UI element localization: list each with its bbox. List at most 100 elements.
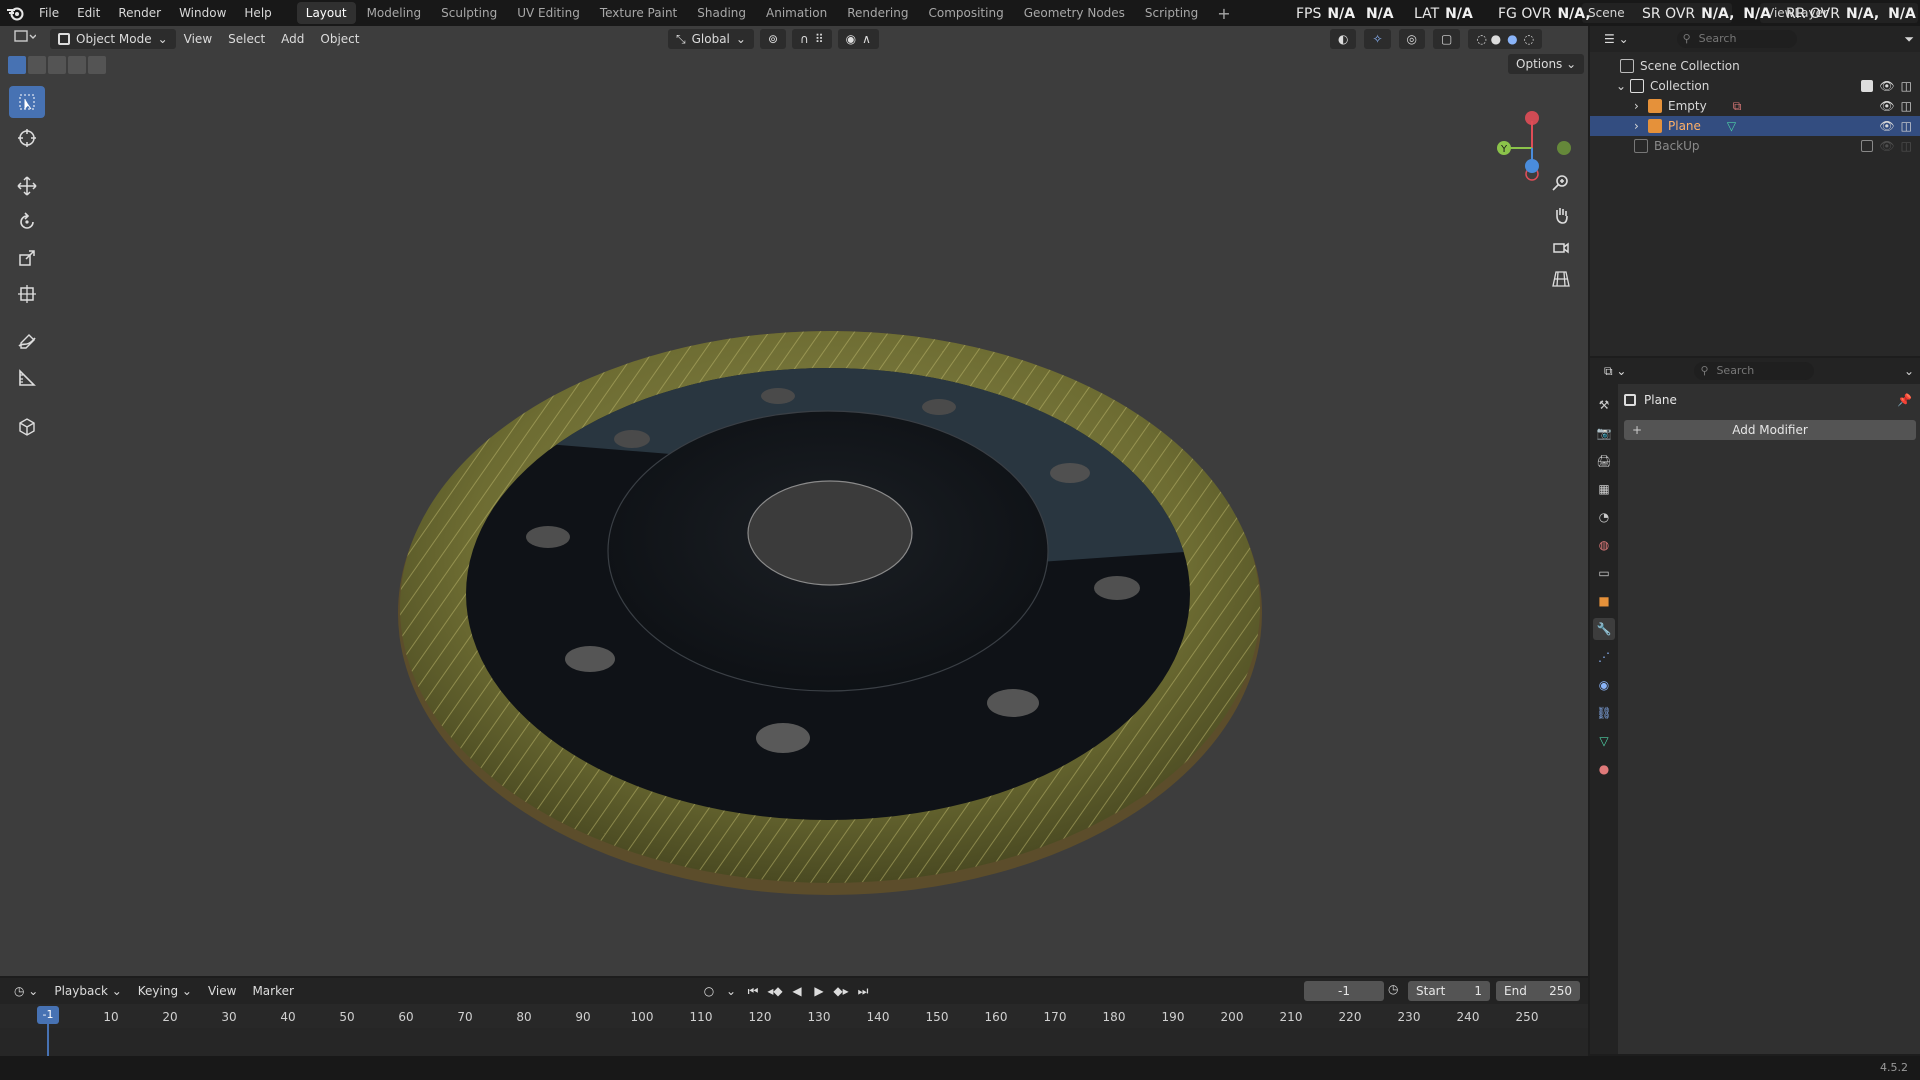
menu-playback[interactable]: Playback ⌄ (46, 981, 129, 1001)
output-tab-icon[interactable]: 🖨 (1593, 450, 1615, 472)
visibility-icon[interactable]: ◐ (1330, 29, 1357, 49)
outliner-row-empty[interactable]: › Empty ⧉ 👁 ◫ (1590, 96, 1920, 116)
prev-keyframe-icon[interactable]: ◂◆ (766, 981, 784, 1001)
camera-render-icon[interactable]: ◫ (1901, 139, 1912, 153)
xray-toggle-icon[interactable]: ▢ (1433, 29, 1461, 49)
chevron-down-icon[interactable]: ⌄ (1904, 364, 1914, 378)
filter-icon[interactable]: ⏷ (1904, 32, 1914, 47)
clock-icon[interactable]: ◷ (1388, 982, 1398, 996)
timeline-track[interactable] (0, 1028, 1588, 1056)
eye-icon[interactable]: 👁 (1879, 99, 1894, 113)
playhead-indicator[interactable]: -1 (37, 1006, 59, 1024)
world-tab-icon[interactable]: ◍ (1593, 534, 1615, 556)
display-mode-icon[interactable]: ☰ ⌄ (1596, 29, 1637, 49)
options-dropdown[interactable]: Options ⌄ (1508, 54, 1585, 74)
eye-icon[interactable]: 👁 (1879, 139, 1894, 153)
current-frame-field[interactable]: -1 (1304, 981, 1384, 1001)
tool-tab-icon[interactable]: ⚒ (1593, 394, 1615, 416)
timeline-ruler[interactable]: 10 20 30 40 50 60 70 80 90 100 110 120 1… (0, 1004, 1588, 1028)
menu-file[interactable]: File (30, 0, 68, 26)
measure-tool[interactable] (9, 362, 45, 394)
render-tab-icon[interactable]: 📷 (1593, 422, 1615, 444)
menu-object[interactable]: Object (312, 29, 367, 49)
select-extend-button[interactable] (28, 56, 46, 74)
camera-render-icon[interactable]: ◫ (1901, 79, 1912, 93)
select-subtract-button[interactable] (48, 56, 66, 74)
cursor-tool[interactable] (9, 122, 45, 154)
move-tool[interactable] (9, 170, 45, 202)
pin-icon[interactable]: 📌 (1897, 393, 1912, 407)
particles-tab-icon[interactable]: ⋰ (1593, 646, 1615, 668)
snap-toggle[interactable]: ∩ ⠿ (792, 29, 832, 49)
shading-modes-icon[interactable]: ◌ ● ● ◌ (1468, 29, 1543, 49)
tab-modeling[interactable]: Modeling (358, 2, 431, 24)
menu-edit[interactable]: Edit (68, 0, 109, 26)
tab-layout[interactable]: Layout (296, 2, 356, 24)
select-intersect-button[interactable] (88, 56, 106, 74)
camera-view-icon[interactable] (1548, 234, 1574, 260)
modifier-tab-icon[interactable]: 🔧 (1593, 618, 1615, 640)
eye-icon[interactable]: 👁 (1879, 119, 1894, 133)
chevron-down-icon[interactable]: ⌄ (1616, 79, 1630, 93)
jump-end-icon[interactable]: ⏭ (854, 981, 872, 1001)
record-icon[interactable]: ○ (700, 981, 718, 1001)
tab-shading[interactable]: Shading (688, 2, 755, 24)
perspective-grid-icon[interactable] (1548, 266, 1574, 292)
exclude-checkbox[interactable] (1861, 140, 1874, 152)
add-cube-tool[interactable] (9, 410, 45, 442)
eye-icon[interactable]: 👁 (1879, 79, 1894, 93)
3d-viewport[interactable]: Object Mode ⌄ View Select Add Object ⤡ G… (0, 26, 1588, 976)
properties-search-input[interactable]: ⚲ Search (1694, 362, 1815, 380)
camera-render-icon[interactable]: ◫ (1901, 99, 1912, 113)
editor-type-icon[interactable] (6, 29, 44, 49)
physics-tab-icon[interactable]: ◉ (1593, 674, 1615, 696)
timeline-editor-icon[interactable]: ◷ ⌄ (6, 981, 46, 1001)
tab-texture-paint[interactable]: Texture Paint (591, 2, 686, 24)
select-new-button[interactable] (8, 56, 26, 74)
playhead-line[interactable] (47, 1024, 49, 1056)
tab-animation[interactable]: Animation (757, 2, 836, 24)
rotate-tool[interactable] (9, 206, 45, 238)
outliner-row-plane[interactable]: › Plane ▽ 👁 ◫ (1590, 116, 1920, 136)
jump-start-icon[interactable]: ⏮ (744, 981, 762, 1001)
menu-keying[interactable]: Keying ⌄ (130, 981, 200, 1001)
data-tab-icon[interactable]: ▽ (1593, 730, 1615, 752)
gizmo-toggle-icon[interactable]: ✧ (1364, 29, 1391, 49)
tab-scripting[interactable]: Scripting (1136, 2, 1207, 24)
menu-select[interactable]: Select (220, 29, 273, 49)
chevron-down-icon[interactable]: ⌄ (722, 981, 740, 1001)
menu-window[interactable]: Window (170, 0, 235, 26)
play-icon[interactable]: ▶ (810, 981, 828, 1001)
object-mode-dropdown[interactable]: Object Mode ⌄ (50, 29, 176, 49)
blender-logo-icon[interactable] (0, 0, 30, 26)
tab-sculpting[interactable]: Sculpting (432, 2, 506, 24)
menu-add[interactable]: Add (273, 29, 312, 49)
select-invert-button[interactable] (68, 56, 86, 74)
scene-tab-icon[interactable]: ◔ (1593, 506, 1615, 528)
chevron-right-icon[interactable]: › (1634, 119, 1648, 133)
transform-tool[interactable] (9, 278, 45, 310)
menu-view[interactable]: View (176, 29, 220, 49)
camera-render-icon[interactable]: ◫ (1901, 119, 1912, 133)
add-modifier-button[interactable]: + Add Modifier (1624, 420, 1916, 440)
chevron-right-icon[interactable]: › (1634, 99, 1648, 113)
object-tab-icon[interactable]: ■ (1593, 590, 1615, 612)
annotate-tool[interactable] (9, 326, 45, 358)
outliner-row-scene-collection[interactable]: Scene Collection (1590, 56, 1920, 76)
zoom-icon[interactable] (1548, 170, 1574, 196)
end-frame-field[interactable]: End 250 (1496, 981, 1580, 1001)
material-tab-icon[interactable]: ● (1593, 758, 1615, 780)
add-workspace-button[interactable]: + (1209, 4, 1238, 23)
exclude-checkbox[interactable] (1861, 80, 1874, 92)
orientation-dropdown[interactable]: ⤡ Global ⌄ (668, 29, 754, 49)
outliner-search-input[interactable]: ⚲ Search (1676, 30, 1797, 48)
tab-rendering[interactable]: Rendering (838, 2, 917, 24)
view-layer-tab-icon[interactable]: ▦ (1593, 478, 1615, 500)
collection-tab-icon[interactable]: ▭ (1593, 562, 1615, 584)
outliner-row-backup[interactable]: BackUp 👁 ◫ (1590, 136, 1920, 156)
pivot-point-dropdown[interactable]: ⊚ (759, 29, 787, 49)
overlays-toggle-icon[interactable]: ◎ (1398, 29, 1426, 49)
proportional-edit-toggle[interactable]: ◉ ∧ (837, 29, 879, 49)
outliner-row-collection[interactable]: ⌄ Collection 👁 ◫ (1590, 76, 1920, 96)
editor-type-icon[interactable]: ⧉ ⌄ (1596, 361, 1634, 381)
